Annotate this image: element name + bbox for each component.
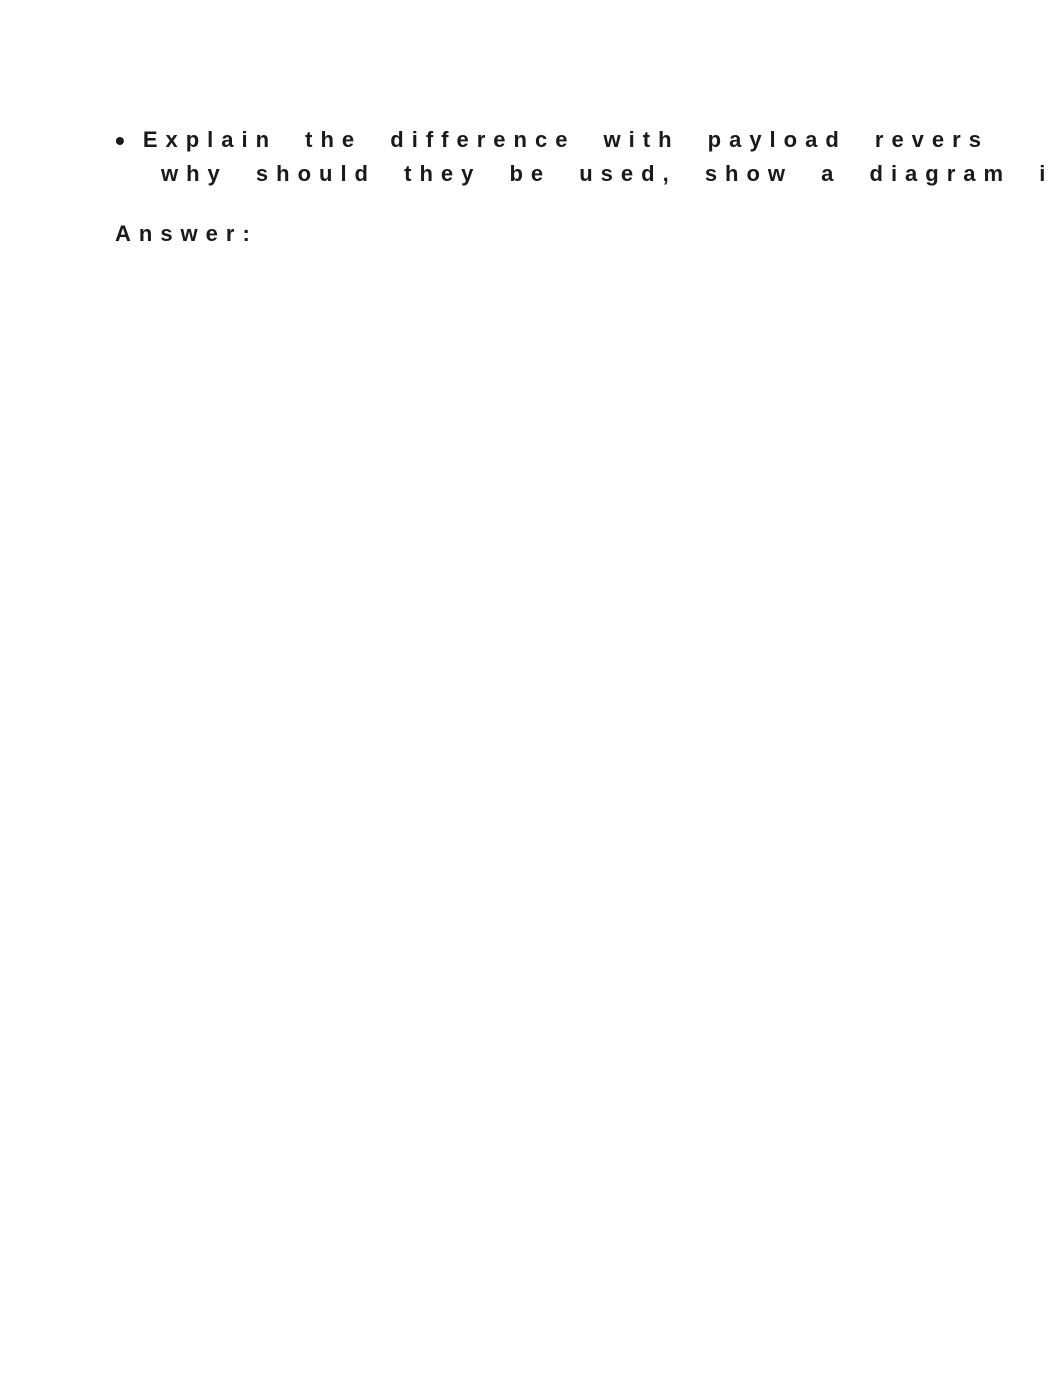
bullet-icon: •	[115, 127, 125, 155]
question-bullet-row: • Explain the difference with payload re…	[115, 125, 1062, 155]
answer-label: Answer:	[115, 221, 1062, 247]
document-content: • Explain the difference with payload re…	[115, 125, 1062, 247]
question-line-1: Explain the difference with payload reve…	[143, 125, 989, 155]
question-line-2: why should they be used, show a diagram …	[161, 159, 1062, 189]
